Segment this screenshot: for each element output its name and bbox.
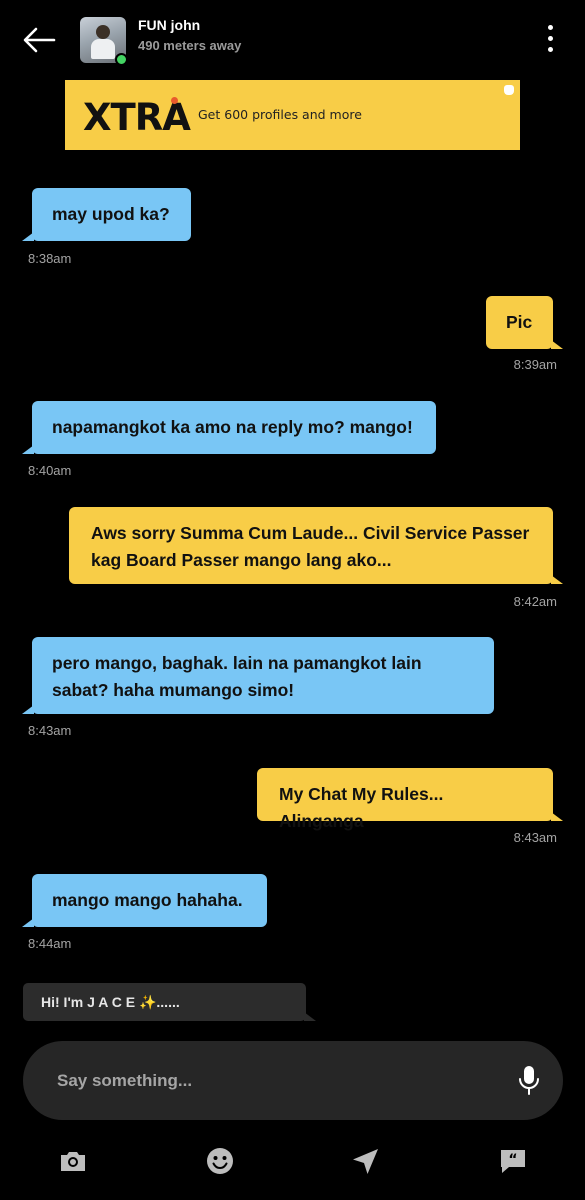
online-status-dot [115,53,128,66]
message-time: 8:42am [513,594,557,609]
message-time: 8:40am [28,463,72,478]
profile-distance: 490 meters away [138,38,242,53]
message-time: 8:38am [28,251,72,266]
message-bubble-outgoing[interactable]: Pic [486,296,563,349]
message-bubble-incoming[interactable]: may upod ka? [22,188,191,241]
message-composer [23,1041,563,1120]
message-bubble-outgoing[interactable]: My Chat My Rules... Alinganga [257,768,563,831]
message-time: 8:39am [513,357,557,372]
microphone-icon[interactable] [516,1065,542,1097]
message-time: 8:44am [28,936,72,951]
message-time: 8:43am [28,723,72,738]
message-input[interactable] [57,1067,477,1095]
svg-text:“: “ [508,1152,517,1168]
saved-phrases-icon[interactable]: “ [497,1145,529,1177]
message-time: 8:43am [513,830,557,845]
banner-text: Get 600 profiles and more [198,107,362,122]
message-bubble-outgoing[interactable]: Aws sorry Summa Cum Laude... Civil Servi… [69,507,563,584]
camera-icon[interactable] [57,1145,89,1177]
more-vertical-icon[interactable] [540,25,560,55]
profile-name[interactable]: FUN john [138,17,200,33]
message-bubble-incoming[interactable]: napamangkot ka amo na reply mo? mango! [22,401,436,454]
chat-header: FUN john 490 meters away [0,0,585,80]
logo-dot [171,97,178,104]
location-arrow-icon[interactable] [350,1145,382,1177]
emoji-icon[interactable] [204,1145,236,1177]
message-bubble-incoming[interactable]: pero mango, baghak. lain na pamangkot la… [22,637,494,714]
message-bubble-incoming[interactable]: mango mango hahaha. [22,874,267,927]
ad-icon [504,85,514,95]
back-arrow-icon[interactable] [22,26,56,54]
xtra-banner[interactable]: XTRA Get 600 profiles and more [65,80,520,150]
saved-phrase-preview[interactable]: Hi! I'm J A C E ✨...... [23,983,316,1021]
